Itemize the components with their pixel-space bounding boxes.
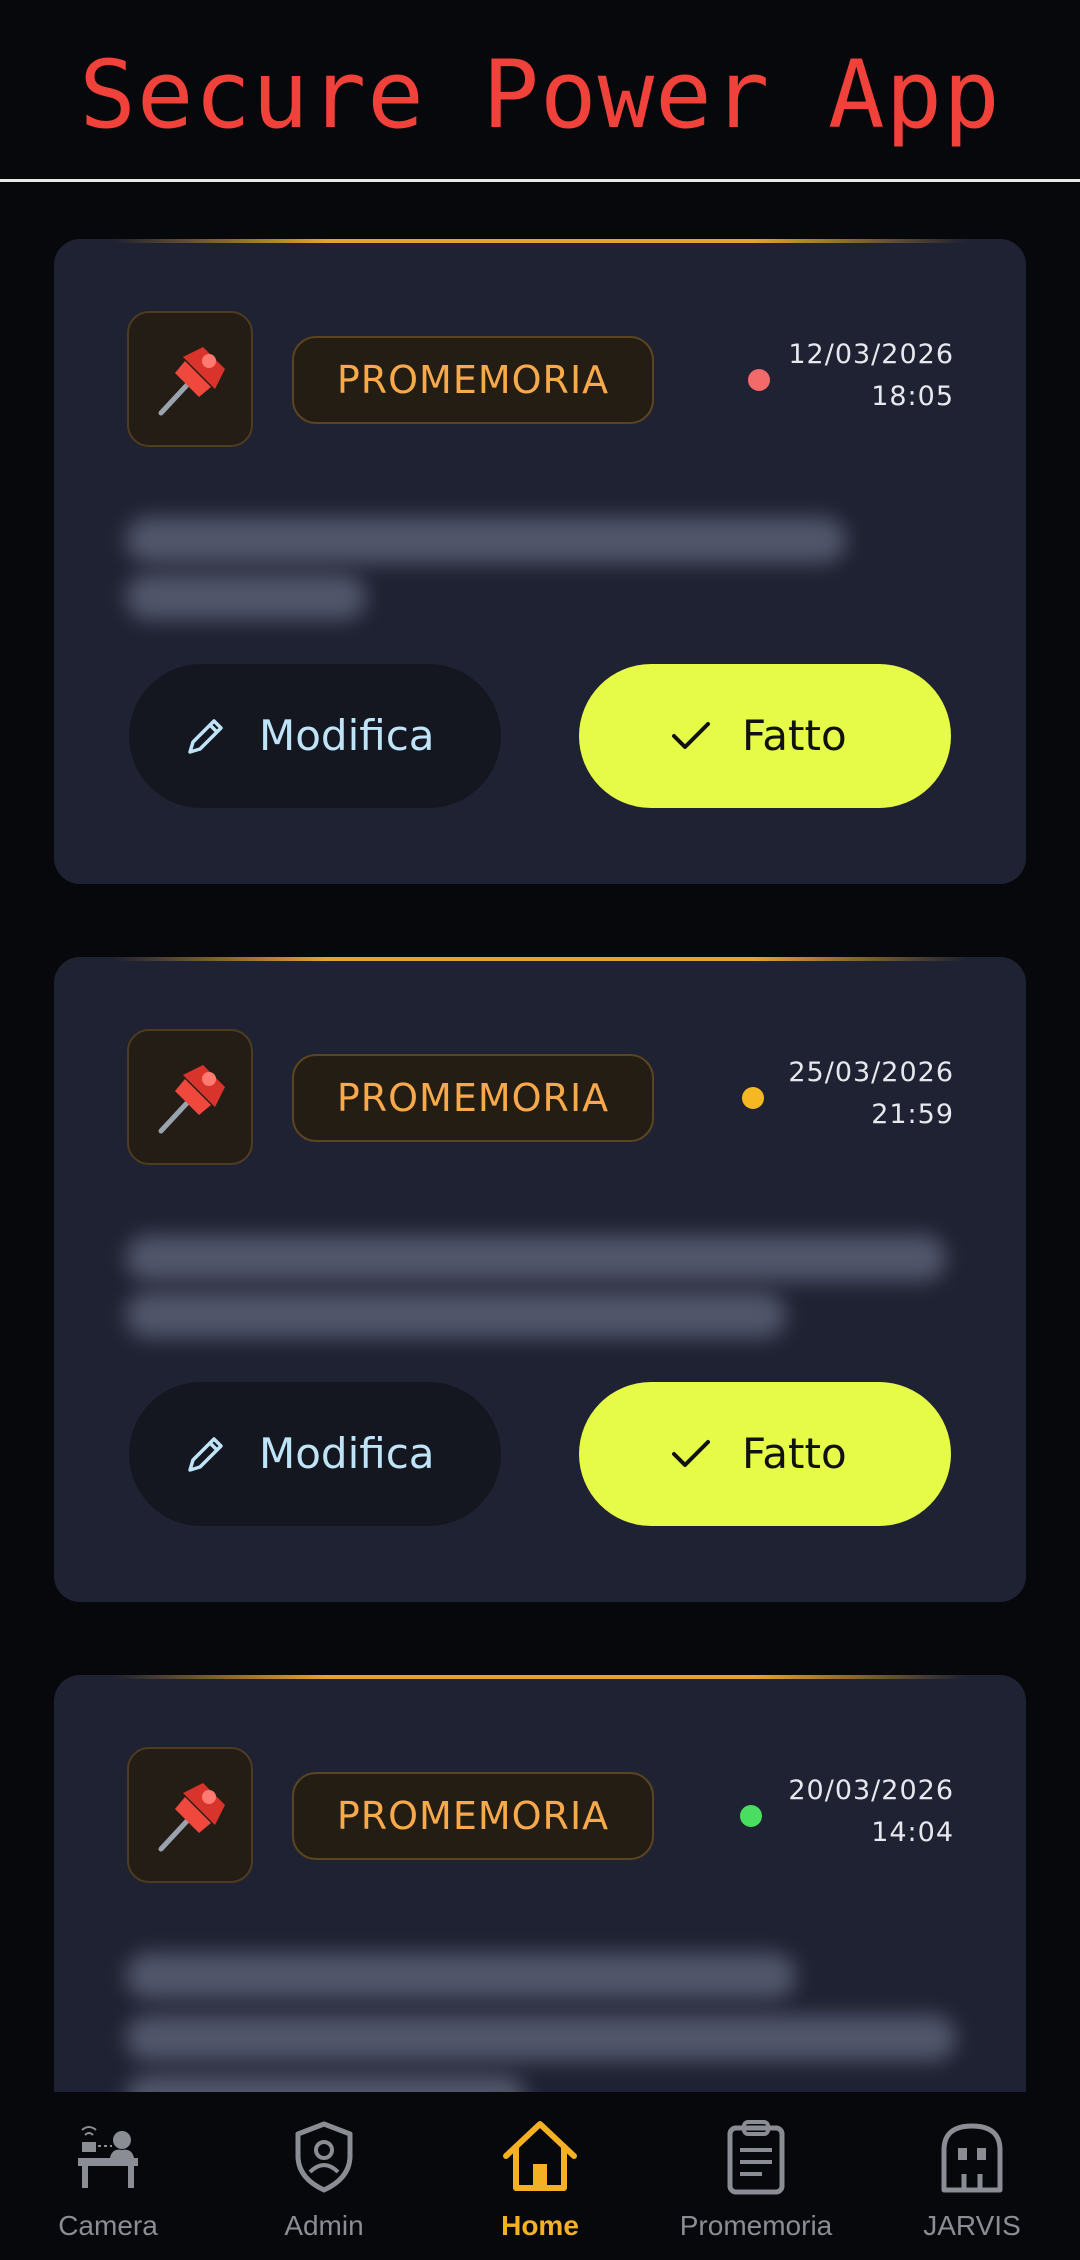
nav-item-label: JARVIS (923, 2210, 1021, 2241)
pencil-icon (188, 1437, 223, 1472)
reminder-card: PROMEMORIA 20/03/2026 14:04 (54, 1675, 1026, 2092)
shield-user-icon (295, 2121, 353, 2193)
nav-item-promemoria[interactable]: Promemoria (648, 2092, 864, 2260)
done-button-label: Fatto (742, 1429, 847, 1478)
blurred-text (126, 2075, 526, 2092)
nav-item-admin[interactable]: Admin (216, 2092, 432, 2260)
category-tag: PROMEMORIA (292, 336, 654, 424)
pushpin-icon (127, 1029, 253, 1165)
card-accent-line (114, 239, 966, 243)
nav-item-label: Home (501, 2210, 579, 2241)
nav-item-label: Promemoria (679, 2210, 833, 2241)
home-icon (503, 2121, 577, 2191)
reminder-card: PROMEMORIA 12/03/2026 18:05 Modifica Fat… (54, 239, 1026, 884)
done-button[interactable]: Fatto (579, 664, 951, 808)
edit-button-label: Modifica (259, 711, 435, 760)
clipboard-icon (727, 2120, 785, 2195)
category-tag: PROMEMORIA (292, 1772, 654, 1860)
nav-item-home[interactable]: Home (432, 2092, 648, 2260)
reminder-time: 14:04 (871, 1817, 954, 1848)
reminder-time: 21:59 (871, 1099, 954, 1130)
reminder-feed[interactable]: PROMEMORIA 12/03/2026 18:05 Modifica Fat… (0, 185, 1080, 2092)
nav-item-label: Admin (284, 2210, 364, 2241)
app-header: Secure Power App (0, 0, 1080, 182)
done-button[interactable]: Fatto (579, 1382, 951, 1526)
bottom-nav: Camera Admin Home Promemoria JARVIS (0, 2092, 1080, 2260)
pushpin-icon (127, 311, 253, 447)
reminder-date: 12/03/2026 (788, 339, 954, 370)
blurred-text (126, 2015, 956, 2061)
checkmark-icon (672, 722, 710, 749)
camera-surveillance-icon (78, 2126, 138, 2188)
done-button-label: Fatto (742, 711, 847, 760)
blurred-text (126, 574, 366, 620)
status-dot (740, 1805, 762, 1827)
edit-button[interactable]: Modifica (129, 1382, 501, 1526)
nav-item-label: Camera (58, 2210, 158, 2241)
card-accent-line (114, 957, 966, 961)
reminder-time: 18:05 (871, 381, 954, 412)
blurred-text (126, 1292, 786, 1338)
blurred-text (126, 1953, 796, 1999)
pushpin-icon (127, 1747, 253, 1883)
blurred-text (126, 517, 846, 563)
nav-item-camera[interactable]: Camera (0, 2092, 216, 2260)
card-accent-line (114, 1675, 966, 1679)
pencil-icon (188, 719, 223, 754)
checkmark-icon (672, 1440, 710, 1467)
status-dot (742, 1087, 764, 1109)
edit-button-label: Modifica (259, 1429, 435, 1478)
nav-item-jarvis[interactable]: JARVIS (864, 2092, 1080, 2260)
robot-icon (941, 2123, 1003, 2193)
app-title: Secure Power App (79, 41, 1001, 150)
edit-button[interactable]: Modifica (129, 664, 501, 808)
reminder-card: PROMEMORIA 25/03/2026 21:59 Modifica Fat… (54, 957, 1026, 1602)
category-tag: PROMEMORIA (292, 1054, 654, 1142)
status-dot (748, 369, 770, 391)
reminder-date: 20/03/2026 (788, 1775, 954, 1806)
blurred-text (126, 1235, 946, 1281)
reminder-date: 25/03/2026 (788, 1057, 954, 1088)
